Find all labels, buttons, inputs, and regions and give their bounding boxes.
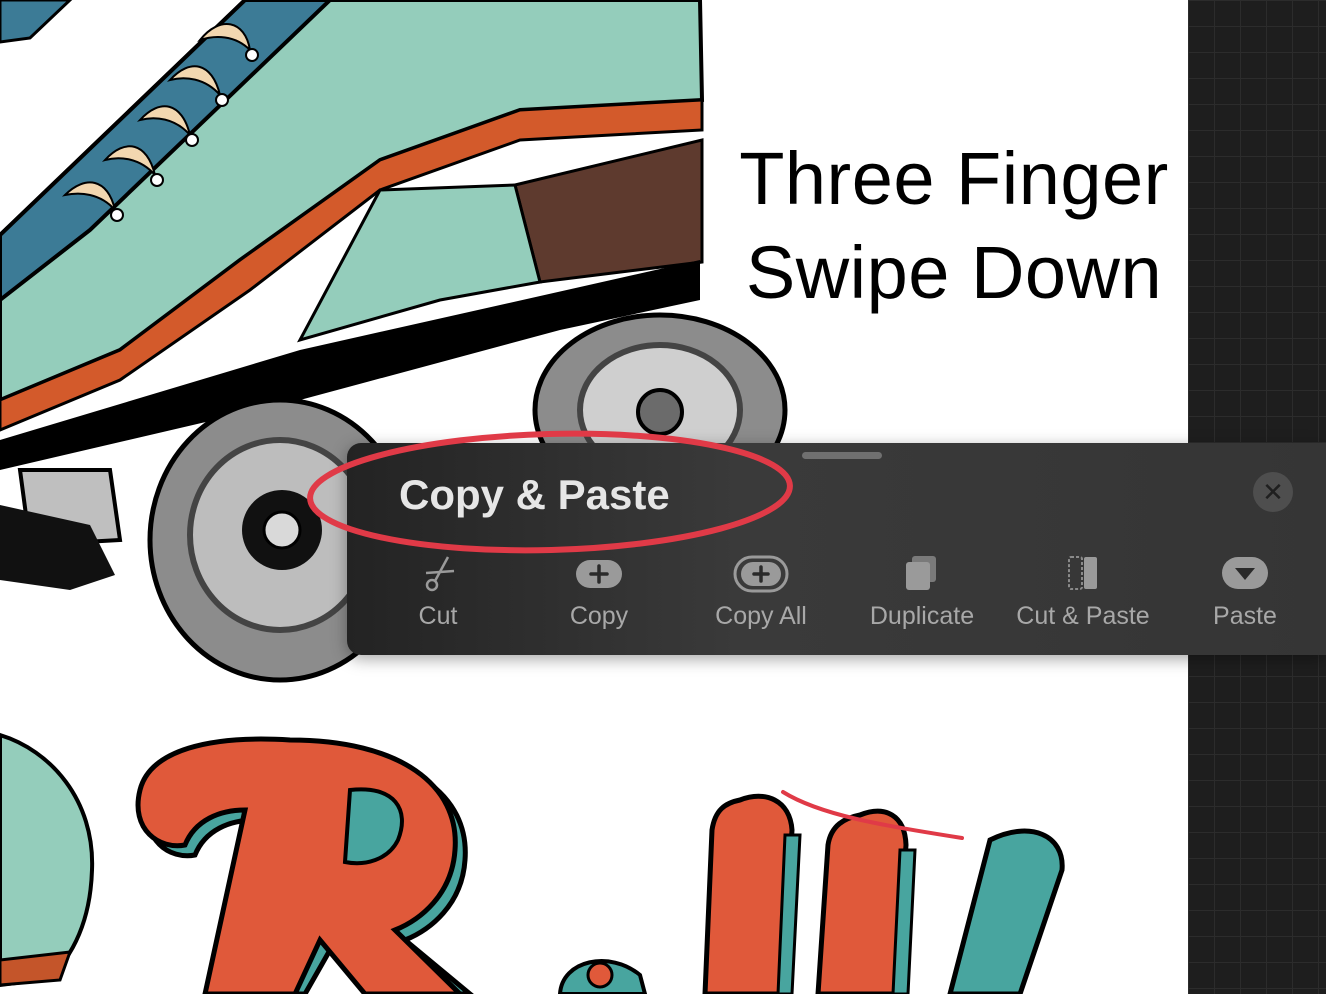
- duplicate-label: Duplicate: [869, 602, 975, 630]
- cut-label: Cut: [418, 602, 458, 630]
- copy-all-label: Copy All: [715, 602, 807, 630]
- duplicate-icon: [906, 556, 936, 590]
- copy-button[interactable]: Copy: [519, 551, 679, 647]
- copy-all-icon: [733, 555, 789, 593]
- cut-button[interactable]: Cut: [358, 551, 518, 647]
- copy-all-button[interactable]: Copy All: [681, 551, 841, 647]
- scissors-icon: [425, 556, 455, 592]
- cut-and-paste-label: Cut & Paste: [1016, 602, 1150, 630]
- instruction-line-1: Three Finger: [739, 137, 1169, 220]
- close-button[interactable]: ✕: [1253, 472, 1293, 512]
- cut-paste-icon: [1068, 556, 1097, 590]
- instruction-line-2: Swipe Down: [745, 231, 1163, 314]
- copy-paste-panel: Copy & Paste ✕ Cut Copy Copy All Duplica…: [347, 443, 1326, 655]
- gesture-instruction: Three Finger Swipe Down: [720, 132, 1188, 320]
- duplicate-button[interactable]: Duplicate: [842, 551, 1002, 647]
- panel-title: Copy & Paste: [399, 471, 670, 518]
- close-icon: ✕: [1262, 476, 1284, 507]
- cut-and-paste-button[interactable]: Cut & Paste: [1003, 551, 1163, 647]
- paste-icon: [1222, 557, 1268, 589]
- copy-plus-icon: [576, 560, 622, 588]
- panel-grabber-handle[interactable]: [802, 452, 882, 459]
- copy-label: Copy: [569, 602, 629, 630]
- roll-lettering-illustration: [135, 736, 1065, 994]
- paste-label: Paste: [1213, 602, 1277, 630]
- paste-button[interactable]: Paste: [1165, 551, 1325, 647]
